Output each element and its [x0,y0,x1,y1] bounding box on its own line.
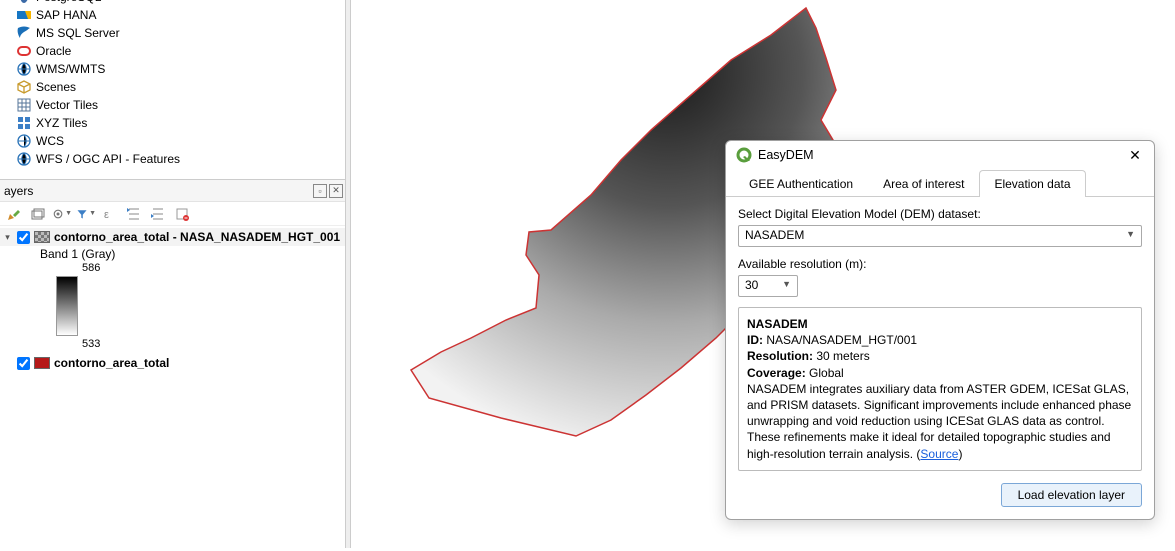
add-group-button[interactable] [28,204,48,224]
dem-dataset-select[interactable]: NASADEM ▼ [738,225,1142,247]
browser-item-oracle[interactable]: Oracle [0,42,345,60]
saphana-icon [16,7,32,23]
postgres-icon [16,0,32,5]
close-icon[interactable]: ✕ [1126,146,1144,164]
tab-gee-auth[interactable]: GEE Authentication [734,170,868,197]
mssql-icon [16,25,32,41]
globe-icon [16,151,32,167]
browser-item-wcs[interactable]: WCS [0,132,345,150]
svg-text:ε: ε [104,209,109,221]
layers-toolbar: ▼ ▼ ε [0,202,345,226]
filter-expression-button[interactable]: ε [100,204,120,224]
detach-button[interactable]: ▫ [313,184,327,198]
label-select-dem: Select Digital Elevation Model (DEM) dat… [738,207,1142,221]
dialog-titlebar[interactable]: EasyDEM ✕ [726,141,1154,169]
chevron-down-icon: ▼ [1126,229,1135,239]
browser-tree: PostgreSQL SAP HANA MS SQL Server Oracle… [0,0,345,168]
ramp-gradient-icon [56,276,78,336]
tab-elevation-data[interactable]: Elevation data [979,170,1085,197]
layers-tree: ▾ contorno_area_total - NASA_NASADEM_HGT… [0,226,345,374]
collapse-icon[interactable]: ▾ [2,232,13,243]
browser-item-xyz[interactable]: XYZ Tiles [0,114,345,132]
ramp-max: 586 [56,262,345,274]
layer-visibility-checkbox[interactable] [17,357,30,370]
browser-item-vector[interactable]: Vector Tiles [0,96,345,114]
close-panel-button[interactable]: ✕ [329,184,343,198]
expand-all-button[interactable] [124,204,144,224]
ramp-min: 533 [56,338,345,350]
qgis-icon [736,147,752,163]
layer-band-label: Band 1 (Gray) [0,246,345,262]
dialog-body: Select Digital Elevation Model (DEM) dat… [726,197,1154,519]
browser-item-scenes[interactable]: Scenes [0,78,345,96]
layer-visibility-checkbox[interactable] [17,231,30,244]
dem-description: NASADEM ID: NASA/NASADEM_HGT/001 Resolut… [738,307,1142,471]
tab-aoi[interactable]: Area of interest [868,170,979,197]
dialog-tabs: GEE Authentication Area of interest Elev… [726,169,1154,197]
manage-themes-button[interactable]: ▼ [52,204,72,224]
source-link[interactable]: Source [920,447,958,461]
collapse-all-button[interactable] [148,204,168,224]
globe-icon [16,61,32,77]
browser-panel: PostgreSQL SAP HANA MS SQL Server Oracle… [0,0,345,168]
globe-icon [16,133,32,149]
scenes-icon [16,79,32,95]
layer-swatch-icon [34,357,50,369]
filter-button[interactable]: ▼ [76,204,96,224]
vectortiles-icon [16,97,32,113]
layer-name: contorno_area_total - NASA_NASADEM_HGT_0… [54,230,340,244]
browser-item-wfs[interactable]: WFS / OGC API - Features [0,150,345,168]
layer-row-dem[interactable]: ▾ contorno_area_total - NASA_NASADEM_HGT… [0,228,345,246]
xyztiles-icon [16,115,32,131]
layers-panel-title: ayers [0,184,311,198]
browser-item-wms[interactable]: WMS/WMTS [0,60,345,78]
browser-item-saphana[interactable]: SAP HANA [0,6,345,24]
layer-row-contorno[interactable]: contorno_area_total [0,354,345,372]
resolution-select[interactable]: 30 ▼ [738,275,798,297]
oracle-icon [16,43,32,59]
easydem-dialog: EasyDEM ✕ GEE Authentication Area of int… [725,140,1155,520]
remove-layer-button[interactable] [172,204,192,224]
layer-name: contorno_area_total [54,356,169,370]
dialog-title: EasyDEM [758,148,1120,162]
layers-panel: ayers ▫ ✕ ▼ ▼ ε ▾ contorno_area_total - … [0,179,345,374]
layer-swatch-icon [34,231,50,243]
load-elevation-button[interactable]: Load elevation layer [1001,483,1142,507]
layers-panel-header: ayers ▫ ✕ [0,180,345,202]
browser-item-mssql[interactable]: MS SQL Server [0,24,345,42]
chevron-down-icon: ▼ [782,279,791,289]
style-button[interactable] [4,204,24,224]
layer-ramp: 586 533 [0,262,345,350]
label-resolution: Available resolution (m): [738,257,1142,271]
